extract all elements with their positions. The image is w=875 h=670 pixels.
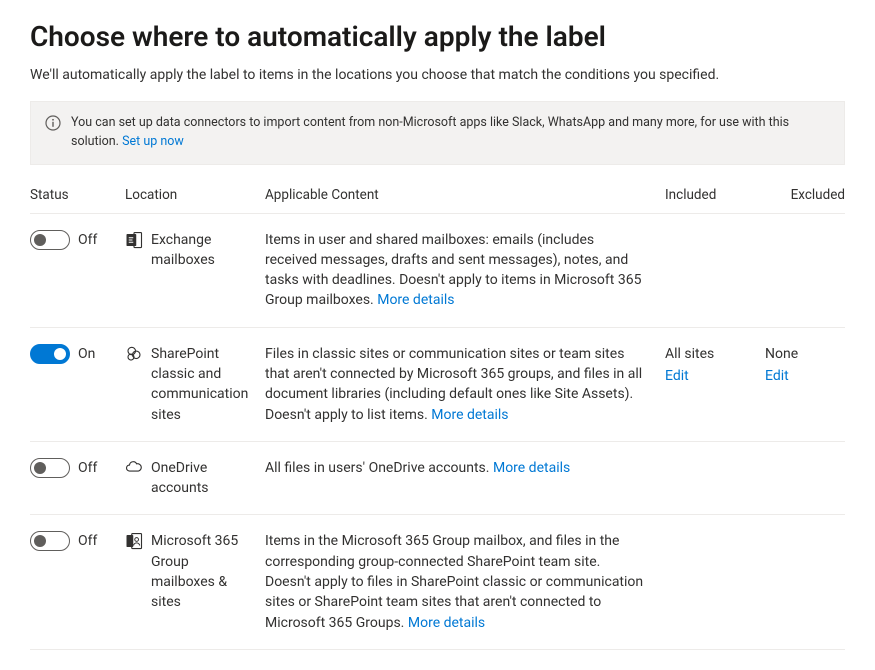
location-row-sharepoint: On SharePoint classic and communication … [30, 328, 845, 442]
m365-groups-icon [125, 532, 143, 550]
info-icon [45, 115, 61, 131]
location-name: SharePoint classic and communication sit… [151, 344, 255, 425]
page-title: Choose where to automatically apply the … [30, 20, 845, 53]
location-name: Exchange mailboxes [151, 230, 255, 271]
setup-now-link[interactable]: Set up now [122, 134, 184, 149]
edit-excluded-link[interactable]: Edit [765, 366, 845, 386]
toggle-label: Off [78, 458, 97, 478]
excluded-cell [765, 230, 845, 311]
toggle-sharepoint[interactable] [30, 344, 70, 364]
more-details-link[interactable]: More details [431, 407, 508, 423]
toggle-exchange[interactable] [30, 230, 70, 250]
exchange-icon [125, 231, 143, 249]
toggle-label: On [78, 344, 95, 364]
th-location: Location [125, 187, 265, 203]
th-content: Applicable Content [265, 187, 665, 203]
info-banner: You can set up data connectors to import… [30, 101, 845, 165]
excluded-value: None [765, 346, 798, 362]
location-row-exchange: Off Exchange mailboxes Items in user and… [30, 214, 845, 328]
toggle-label: Off [78, 531, 97, 551]
more-details-link[interactable]: More details [408, 615, 485, 631]
included-cell [665, 458, 765, 499]
included-cell [665, 531, 765, 632]
page-subtitle: We'll automatically apply the label to i… [30, 67, 845, 83]
location-row-m365groups: Off Microsoft 365 Group mailboxes & site… [30, 515, 845, 649]
more-details-link[interactable]: More details [493, 460, 570, 476]
location-name: OneDrive accounts [151, 458, 255, 499]
edit-included-link[interactable]: Edit [665, 366, 765, 386]
location-row-onedrive: Off OneDrive accounts All files in users… [30, 442, 845, 516]
toggle-onedrive[interactable] [30, 458, 70, 478]
info-banner-text: You can set up data connectors to import… [71, 114, 830, 152]
th-included: Included [665, 187, 765, 203]
included-cell [665, 230, 765, 311]
location-name: Microsoft 365 Group mailboxes & sites [151, 531, 255, 612]
more-details-link[interactable]: More details [377, 292, 454, 308]
location-desc: All files in users' OneDrive accounts. [265, 460, 489, 476]
toggle-label: Off [78, 230, 97, 250]
locations-table-header: Status Location Applicable Content Inclu… [30, 187, 845, 214]
sharepoint-icon [125, 345, 143, 363]
onedrive-icon [125, 459, 143, 477]
excluded-cell [765, 531, 845, 632]
th-excluded: Excluded [765, 187, 845, 203]
included-value: All sites [665, 346, 714, 362]
th-status: Status [30, 187, 125, 203]
toggle-m365groups[interactable] [30, 531, 70, 551]
excluded-cell [765, 458, 845, 499]
